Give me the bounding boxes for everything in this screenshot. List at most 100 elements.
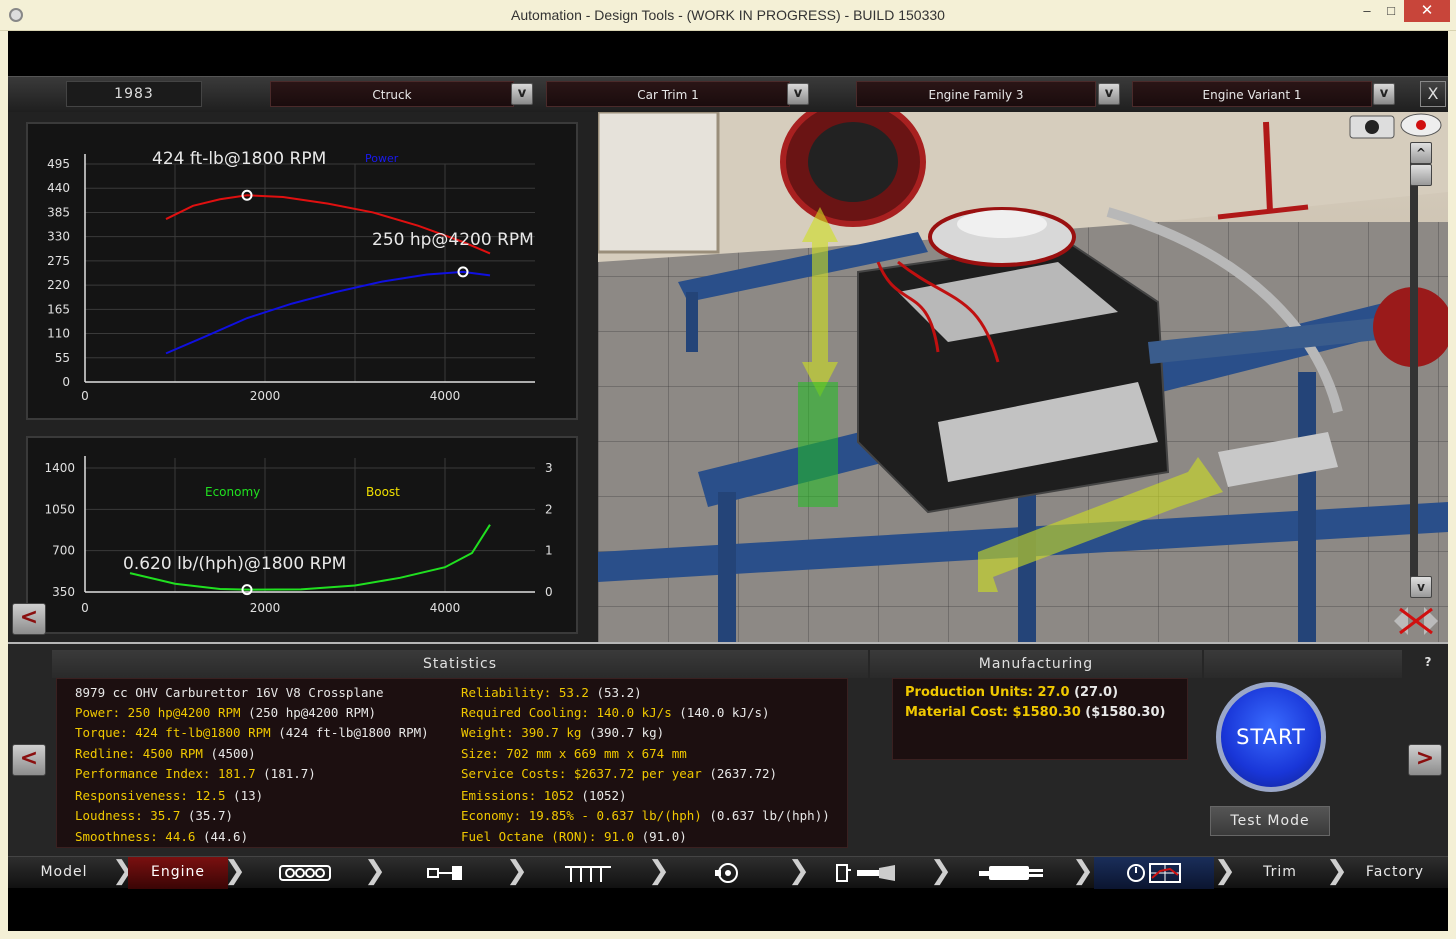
y-left-tick-label: 350 [52, 585, 75, 599]
stat-service-costs: Service Costs: $2637.72 per year (2637.7… [461, 764, 777, 784]
stat-value: (44.6) [195, 829, 249, 844]
stat-key: Torque: 424 ft-lb@1800 RPM [75, 725, 271, 740]
stat-value: (27.0) [1069, 685, 1119, 700]
manufacturing-panel: Production Units: 27.0 (27.0) Material C… [892, 678, 1188, 760]
zoom-track [1410, 154, 1418, 594]
zoom-in-button[interactable]: ^ [1410, 142, 1432, 164]
stat-key: Size: 702 mm x 669 mm x 674 mm [461, 746, 687, 761]
design-nav-bar: Model ❯ Engine ❯ ❯ ❯ ❯ ❯ ❯ ❯ ❯ Trim ❯ Fa… [8, 856, 1448, 889]
stat-value: (13) [225, 788, 264, 803]
nav-chevron: ❯ [1072, 856, 1094, 886]
graphs-panel: 495 440 385 330 275 220 165 110 55 0 0 2000 4000 424 … [8, 112, 598, 642]
nav-tab-testing[interactable] [1094, 857, 1214, 889]
trim-dropdown[interactable]: Car Trim 1 [546, 81, 790, 107]
family-dropdown-arrow[interactable]: v [1098, 83, 1120, 105]
stat-size: Size: 702 mm x 669 mm x 674 mm [461, 744, 687, 764]
nav-tab-aspiration[interactable] [668, 857, 788, 889]
stat-fuel-octane: Fuel Octane (RON): 91.0 (91.0) [461, 827, 687, 847]
legend-economy: Economy [205, 485, 260, 499]
stat-value: (0.637 lb/(hph)) [701, 808, 830, 823]
window-titlebar: Automation - Design Tools - (WORK IN PRO… [0, 0, 1456, 31]
y-right-tick-label: 2 [545, 502, 553, 516]
stat-cooling: Required Cooling: 140.0 kJ/s (140.0 kJ/s… [461, 703, 770, 723]
nav-tab-model[interactable]: Model [8, 857, 120, 889]
power-line [165, 270, 491, 355]
power-torque-svg: 495 440 385 330 275 220 165 110 55 00 2000 4000 424 … [47, 149, 535, 403]
mfg-production-units: Production Units: 27.0 (27.0) [905, 683, 1118, 703]
zoom-out-button[interactable]: v [1410, 576, 1432, 598]
maximize-button[interactable]: □ [1378, 0, 1404, 22]
stat-key: Reliability: 53.2 [461, 685, 589, 700]
y-tick-label: 0 [62, 375, 70, 389]
y-tick-label: 110 [47, 327, 70, 341]
close-window-button[interactable]: ✕ [1404, 0, 1450, 22]
nav-tab-factory[interactable]: Factory [1348, 857, 1442, 889]
test-mode-button[interactable]: Test Mode [1210, 806, 1330, 836]
graphs-prev-button[interactable]: < [12, 603, 46, 635]
close-selector-button[interactable]: X [1420, 81, 1446, 107]
stat-power: Power: 250 hp@4200 RPM (250 hp@4200 RPM) [75, 703, 376, 723]
stat-key: Loudness: 35.7 [75, 808, 181, 823]
variant-dropdown-arrow[interactable]: v [1373, 83, 1395, 105]
nav-tab-trim[interactable]: Trim [1234, 857, 1326, 889]
stat-key: Economy: 19.85% - 0.637 lb/(hph) [461, 808, 702, 823]
economy-best-label: 0.620 lb/(hph)@1800 RPM [123, 554, 346, 574]
stat-key: Production Units: 27.0 [905, 685, 1070, 700]
y-tick-label: 385 [47, 205, 70, 219]
view-toggle-button[interactable] [1401, 114, 1441, 138]
x-tick-label: 2000 [250, 389, 281, 403]
screenshot-button[interactable] [1350, 116, 1394, 138]
nav-tab-exhaust[interactable] [952, 857, 1072, 889]
vertical-axis-arrow [802, 207, 838, 397]
stat-weight: Weight: 390.7 kg (390.7 kg) [461, 723, 664, 743]
y-right-tick-label: 1 [545, 544, 553, 558]
nav-tab-engine[interactable]: Engine [128, 857, 228, 889]
dyno-chart-icon [1127, 863, 1181, 883]
power-torque-chart: 495 440 385 330 275 220 165 110 55 0 0 2000 4000 424 … [26, 122, 578, 420]
stat-key: Performance Index: 181.7 [75, 766, 256, 781]
year-display: 1983 [66, 81, 202, 107]
nav-tab-head[interactable] [386, 857, 506, 889]
stat-value: (1052) [573, 788, 627, 803]
legend-power: Power [365, 152, 399, 165]
nav-tab-bottom-end[interactable] [528, 857, 648, 889]
stats-prev-button[interactable]: < [12, 744, 46, 776]
nav-chevron: ❯ [506, 856, 528, 886]
stat-key: Material Cost: $1580.30 [905, 705, 1081, 720]
stat-value: (250 hp@4200 RPM) [240, 705, 377, 720]
trim-dropdown-arrow[interactable]: v [787, 83, 809, 105]
wall-window [598, 112, 720, 254]
stat-torque: Torque: 424 ft-lb@1800 RPM (424 ft-lb@18… [75, 723, 429, 743]
help-button[interactable]: ? [1408, 652, 1448, 672]
depth-bracket [798, 382, 838, 507]
y-tick-label: 330 [47, 230, 70, 244]
economy-chart: 1400 1050 700 350 3 2 1 0 0 2000 4000 0.620 lb/(hph… [26, 436, 578, 634]
y-left-tick-label: 700 [52, 544, 75, 558]
x-tick-label: 0 [81, 389, 89, 403]
stat-responsiveness: Responsiveness: 12.5 (13) [75, 786, 263, 806]
nav-tab-block[interactable] [246, 857, 366, 889]
stat-value: (390.7 kg) [581, 725, 665, 740]
engine-variant-dropdown[interactable]: Engine Variant 1 [1132, 81, 1372, 107]
zoom-slider-handle[interactable] [1410, 164, 1432, 186]
nav-tab-fuel[interactable] [808, 857, 928, 889]
x-tick-label: 4000 [430, 389, 461, 403]
frame-leg-4 [686, 292, 698, 352]
engine-family-dropdown[interactable]: Engine Family 3 [856, 81, 1096, 107]
y-right-tick-label: 3 [545, 461, 553, 475]
toggle-arrows-button[interactable] [1394, 607, 1438, 635]
start-button[interactable]: START [1216, 682, 1326, 792]
model-dropdown[interactable]: Ctruck [270, 81, 514, 107]
engine-3d-view[interactable]: ^ v [598, 112, 1448, 642]
stats-next-button[interactable]: > [1408, 744, 1442, 776]
mfg-material-cost: Material Cost: $1580.30 ($1580.30) [905, 703, 1165, 723]
window-frame-bottom [0, 931, 1456, 939]
y-tick-label: 275 [47, 254, 70, 268]
engine-stand [1263, 121, 1273, 213]
window-frame-left [0, 31, 8, 939]
stat-key: Smoothness: 44.6 [75, 829, 196, 844]
stat-loudness: Loudness: 35.7 (35.7) [75, 806, 233, 826]
nav-chevron: ❯ [930, 856, 952, 886]
model-dropdown-arrow[interactable]: v [511, 83, 533, 105]
y-tick-label: 165 [47, 302, 70, 316]
